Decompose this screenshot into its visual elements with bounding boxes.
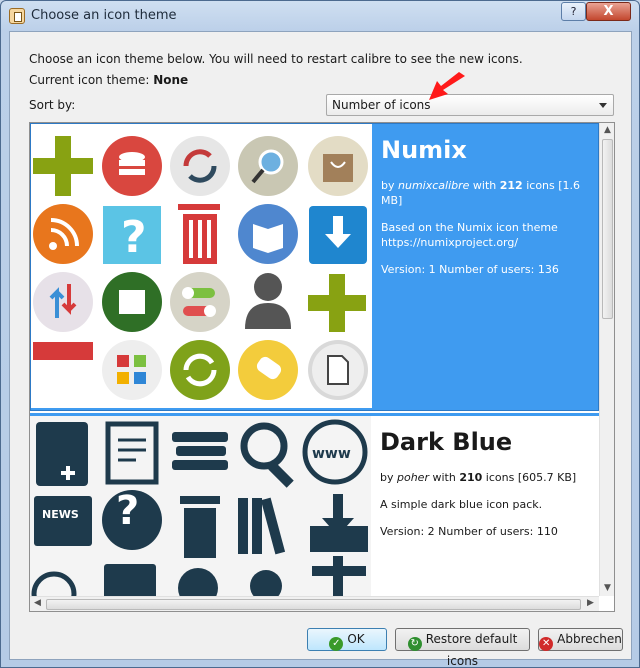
with-label: with xyxy=(432,471,456,484)
horizontal-scroll-thumb[interactable] xyxy=(46,599,581,610)
theme-size: [605.7 KB] xyxy=(517,471,577,484)
theme-meta: by numixcalibre with 212 icons [1.6 MB] xyxy=(381,178,593,208)
numix-preview-image: ? xyxy=(31,124,372,408)
svg-text:www: www xyxy=(312,446,351,462)
theme-version: Version: 2 Number of users: 110 xyxy=(380,525,558,538)
title-bar[interactable]: Choose an icon theme ? X xyxy=(1,1,639,31)
dialog-body: Choose an icon theme below. You will nee… xyxy=(9,31,632,668)
ok-button[interactable]: ✓ OK xyxy=(307,628,387,651)
restore-default-icons-button[interactable]: ↻ Restore default icons xyxy=(395,628,530,668)
current-theme-label: Current icon theme: xyxy=(29,73,150,87)
by-label: by xyxy=(381,179,395,192)
scroll-right-icon[interactable]: ▶ xyxy=(583,598,598,608)
cancel-label: Abbrechen xyxy=(557,632,622,646)
help-button[interactable]: ? xyxy=(561,2,586,21)
numix-info: Numix by numixcalibre with 212 icons [1.… xyxy=(381,136,593,289)
horizontal-scrollbar[interactable]: ◀ ▶ xyxy=(30,596,599,611)
by-label: by xyxy=(380,471,394,484)
current-theme-line: Current icon theme: None xyxy=(29,73,188,87)
restore-icon: ↻ xyxy=(407,637,422,651)
icon-count: 210 xyxy=(459,471,483,484)
cancel-button[interactable]: ✕ Abbrechen xyxy=(538,628,623,651)
scroll-down-icon[interactable]: ▼ xyxy=(600,583,614,593)
theme-item-dark-blue[interactable]: ? NEWS www Dark Blue by poher with 210 i… xyxy=(30,413,599,611)
cancel-icon: ✕ xyxy=(539,637,554,651)
icons-label: icons xyxy=(485,471,515,484)
theme-author: poher xyxy=(397,471,429,484)
dark-blue-preview-image: ? NEWS www xyxy=(30,416,371,611)
vertical-scrollbar[interactable]: ▲ ▼ xyxy=(599,123,614,596)
close-button[interactable]: X xyxy=(586,2,631,21)
vertical-scroll-thumb[interactable] xyxy=(602,139,613,319)
calibre-app-icon xyxy=(9,8,25,24)
icon-count: 212 xyxy=(499,179,523,192)
sort-label: Sort by: xyxy=(29,98,76,112)
theme-item-numix[interactable]: ? Numix by numixcalibre with 212 icons [… xyxy=(30,123,599,411)
theme-description: Based on the Numix icon theme https://nu… xyxy=(381,221,558,249)
svg-text:?: ? xyxy=(116,488,139,534)
theme-author: numixcalibre xyxy=(398,179,470,192)
sort-dropdown[interactable]: Number of icons xyxy=(326,94,614,116)
theme-list[interactable]: ? Numix by numixcalibre with 212 icons [… xyxy=(29,122,615,612)
scroll-left-icon[interactable]: ◀ xyxy=(30,598,45,608)
theme-name: Numix xyxy=(381,136,467,164)
window-title: Choose an icon theme xyxy=(31,8,177,23)
checkmark-icon: ✓ xyxy=(329,637,344,651)
dialog-window: Choose an icon theme ? X Choose an icon … xyxy=(0,0,640,668)
red-arrow-annotation-icon xyxy=(429,72,465,100)
theme-name: Dark Blue xyxy=(380,428,513,456)
chevron-down-icon xyxy=(599,103,607,108)
svg-text:?: ? xyxy=(121,212,147,263)
ok-label: OK xyxy=(347,632,365,646)
current-theme-value: None xyxy=(153,73,189,87)
theme-description: A simple dark blue icon pack. xyxy=(380,498,543,511)
dark-blue-info: Dark Blue by poher with 210 icons [605.7… xyxy=(380,428,592,551)
scroll-up-icon[interactable]: ▲ xyxy=(600,125,614,135)
theme-version: Version: 1 Number of users: 136 xyxy=(381,263,559,276)
svg-text:NEWS: NEWS xyxy=(42,508,79,521)
description-text: Choose an icon theme below. You will nee… xyxy=(29,52,523,66)
sort-dropdown-value: Number of icons xyxy=(332,98,431,112)
restore-label: Restore default icons xyxy=(425,632,518,668)
icons-label: icons xyxy=(526,179,555,192)
theme-meta: by poher with 210 icons [605.7 KB] xyxy=(380,470,592,485)
with-label: with xyxy=(472,179,497,192)
